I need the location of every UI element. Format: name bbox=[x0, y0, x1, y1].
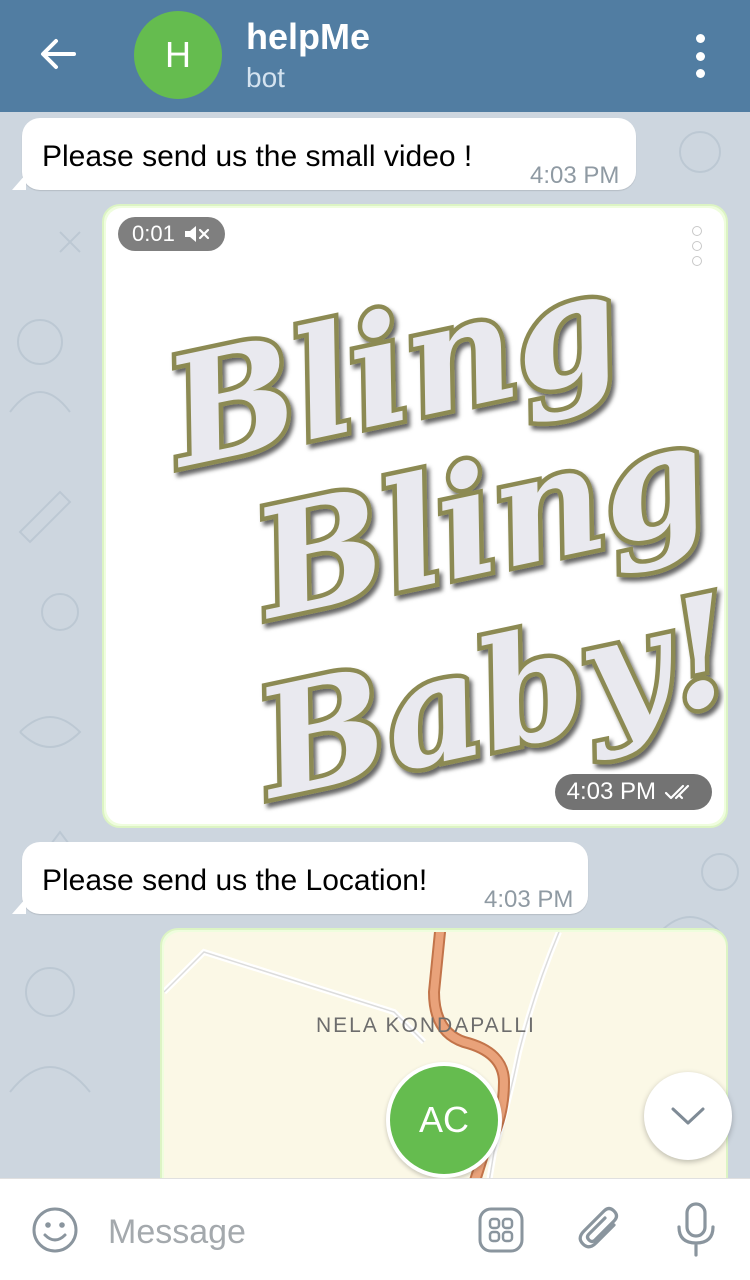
message-time: 4:03 PM bbox=[530, 162, 620, 189]
video-time-badge: 4:03 PM bbox=[554, 774, 712, 810]
incoming-message[interactable]: Please send us the small video ! 4:03 PM bbox=[12, 118, 636, 190]
chat-subtitle: bot bbox=[246, 62, 285, 93]
microphone-icon[interactable] bbox=[674, 1201, 718, 1259]
chat-title[interactable]: helpMe bbox=[246, 16, 370, 58]
outgoing-video-message[interactable]: Bling Bling Baby! 0:01 4:03 PM bbox=[102, 204, 728, 828]
bubble-tail bbox=[12, 174, 26, 190]
video-options-icon[interactable] bbox=[690, 226, 704, 266]
incoming-message[interactable]: Please send us the Location! 4:03 PM bbox=[12, 842, 588, 914]
message-time: 4:03 PM bbox=[566, 778, 656, 805]
paperclip-icon[interactable] bbox=[576, 1203, 626, 1257]
video-player[interactable]: Bling Bling Baby! 0:01 4:03 PM bbox=[106, 208, 724, 824]
message-list[interactable]: Please send us the small video ! 4:03 PM… bbox=[0, 112, 750, 1178]
chat-avatar[interactable]: H bbox=[134, 11, 222, 99]
video-duration-badge[interactable]: 0:01 bbox=[118, 217, 225, 251]
map-place-label: NELA KONDAPALLI bbox=[316, 1014, 536, 1037]
double-check-icon bbox=[664, 784, 690, 800]
more-vertical-icon[interactable] bbox=[688, 34, 712, 78]
chevron-down-icon bbox=[671, 1107, 705, 1125]
message-time: 4:03 PM bbox=[484, 886, 574, 913]
bot-commands-icon[interactable] bbox=[476, 1205, 526, 1255]
video-duration: 0:01 bbox=[132, 221, 175, 246]
scroll-down-button[interactable] bbox=[644, 1072, 732, 1160]
emoji-icon[interactable] bbox=[30, 1205, 80, 1255]
message-text: Please send us the small video ! bbox=[42, 140, 473, 173]
bubble-tail bbox=[12, 898, 26, 914]
message-text: Please send us the Location! bbox=[42, 864, 428, 897]
message-input-bar bbox=[0, 1178, 750, 1280]
message-input[interactable] bbox=[108, 1207, 448, 1257]
chat-header: H helpMe bot bbox=[0, 0, 750, 112]
sticker-graphic: Bling Bling Baby! bbox=[144, 231, 724, 824]
back-arrow-icon[interactable] bbox=[34, 32, 82, 76]
muted-speaker-icon bbox=[184, 226, 209, 242]
location-avatar-pin[interactable]: AC bbox=[386, 1062, 502, 1178]
